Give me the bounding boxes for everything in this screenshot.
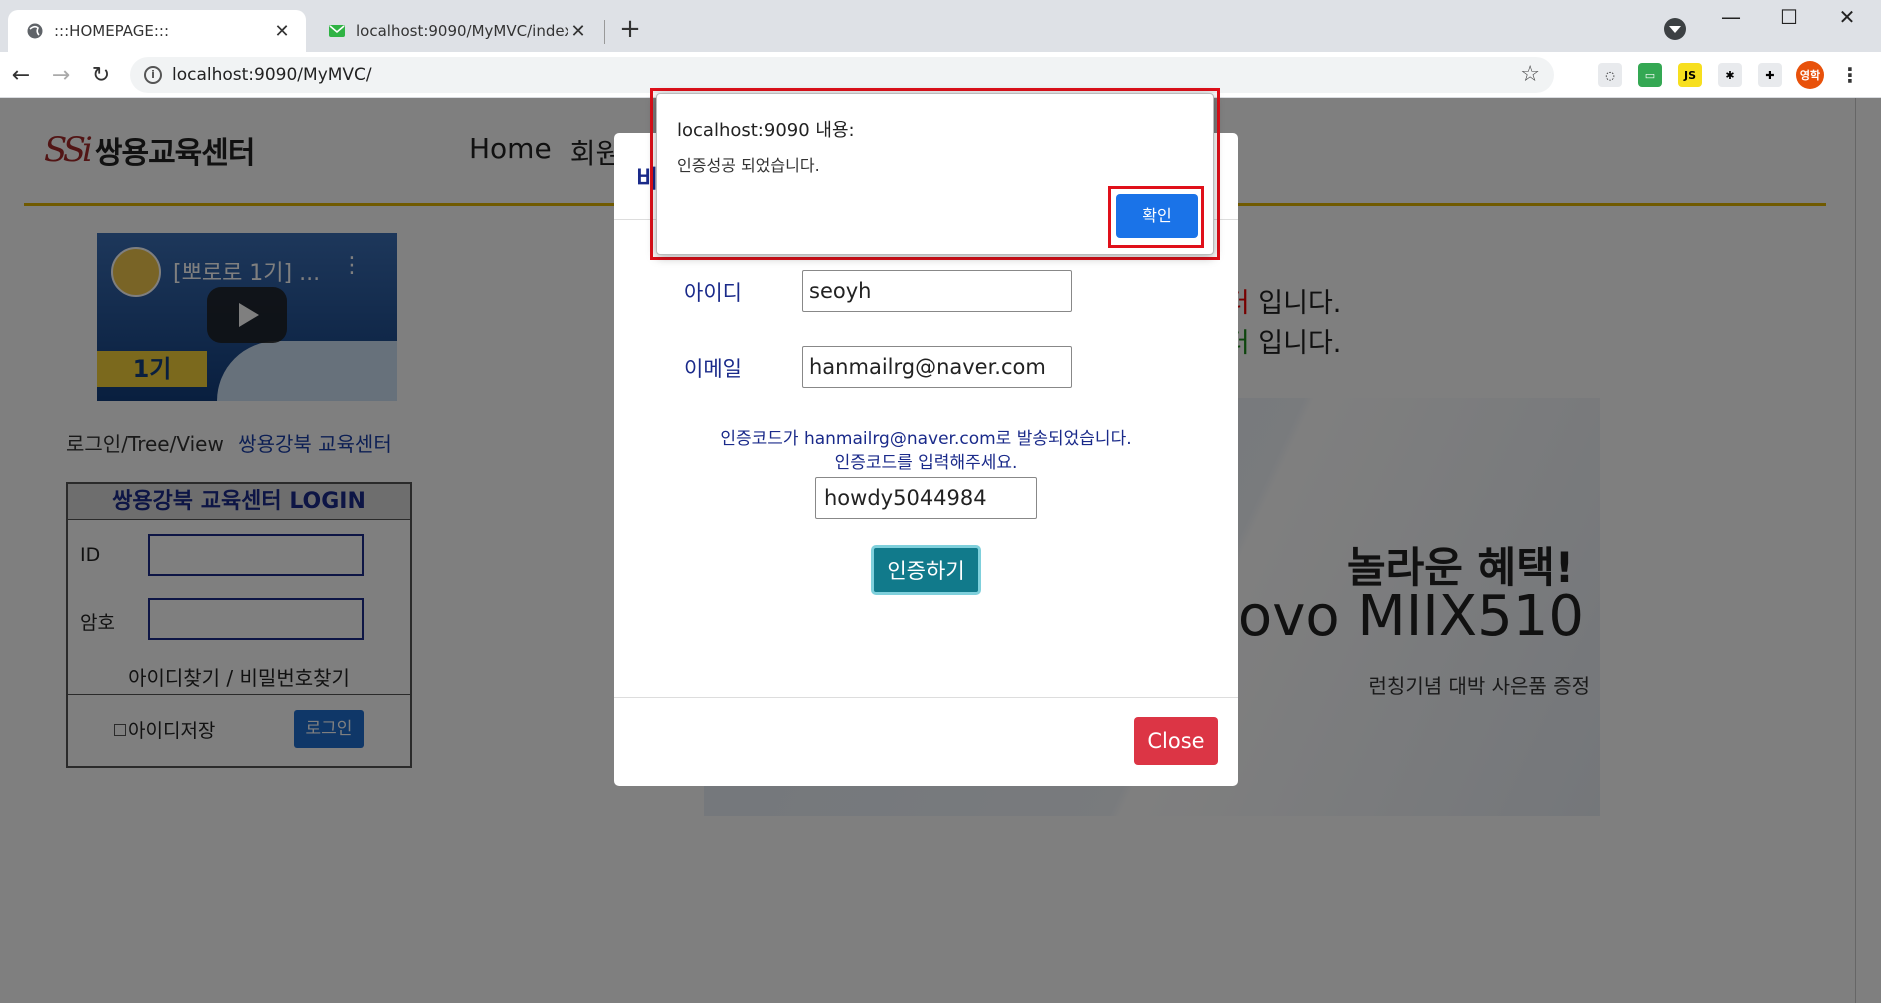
- back-icon[interactable]: ←: [6, 60, 36, 90]
- verification-code-input[interactable]: howdy5044984: [815, 477, 1037, 519]
- new-tab-button[interactable]: +: [614, 14, 646, 46]
- minimize-button[interactable]: —: [1704, 0, 1758, 34]
- close-window-button[interactable]: ✕: [1820, 0, 1874, 34]
- tab-search-icon[interactable]: [1664, 18, 1686, 40]
- email-input[interactable]: hanmailrg@naver.com: [802, 346, 1072, 388]
- reload-icon[interactable]: ↻: [86, 60, 116, 90]
- tab-close-icon[interactable]: ✕: [272, 21, 292, 42]
- tab-homepage[interactable]: :::HOMEPAGE::: ✕: [8, 10, 306, 52]
- ok-button[interactable]: 확인: [1116, 194, 1198, 238]
- alert-heading: localhost:9090 내용:: [677, 120, 855, 141]
- puzzle-icon[interactable]: ✚: [1758, 63, 1782, 87]
- profile-icon[interactable]: 영학: [1796, 61, 1824, 89]
- js-icon[interactable]: JS: [1678, 63, 1702, 87]
- tab-index[interactable]: localhost:9090/MyMVC/index.up ✕: [310, 10, 602, 52]
- mail-icon: [328, 22, 346, 40]
- globe-icon: [26, 22, 44, 40]
- userid-input[interactable]: seoyh: [802, 270, 1072, 312]
- forward-icon[interactable]: →: [46, 60, 76, 90]
- email-label: 이메일: [684, 357, 742, 381]
- tab-title: localhost:9090/MyMVC/index.up: [356, 22, 568, 40]
- url-text[interactable]: localhost:9090/MyMVC/: [172, 65, 372, 85]
- code-prompt-message: 인증코드를 입력해주세요.: [834, 453, 1018, 473]
- tab-divider: [604, 20, 605, 44]
- bookmark-star-icon[interactable]: ☆: [1520, 62, 1540, 87]
- tab-close-icon[interactable]: ✕: [568, 21, 588, 42]
- code-sent-message: 인증코드가 hanmailrg@naver.com로 발송되었습니다.: [720, 429, 1132, 449]
- alert-message: 인증성공 되었습니다.: [677, 156, 820, 175]
- browser-menu-icon[interactable]: ⋮: [1838, 63, 1862, 87]
- maximize-button[interactable]: ☐: [1762, 0, 1816, 34]
- info-icon[interactable]: i: [144, 66, 162, 84]
- bug-icon[interactable]: ✱: [1718, 63, 1742, 87]
- tab-title: :::HOMEPAGE:::: [54, 22, 170, 40]
- close-button[interactable]: Close: [1134, 717, 1218, 765]
- tab-strip: :::HOMEPAGE::: ✕ localhost:9090/MyMVC/in…: [0, 0, 1881, 52]
- eye-off-icon[interactable]: ◌: [1598, 63, 1622, 87]
- verify-button[interactable]: 인증하기: [871, 545, 981, 595]
- userid-label: 아이디: [684, 281, 742, 305]
- screen-icon[interactable]: ▭: [1638, 63, 1662, 87]
- modal-footer-divider: [614, 697, 1238, 698]
